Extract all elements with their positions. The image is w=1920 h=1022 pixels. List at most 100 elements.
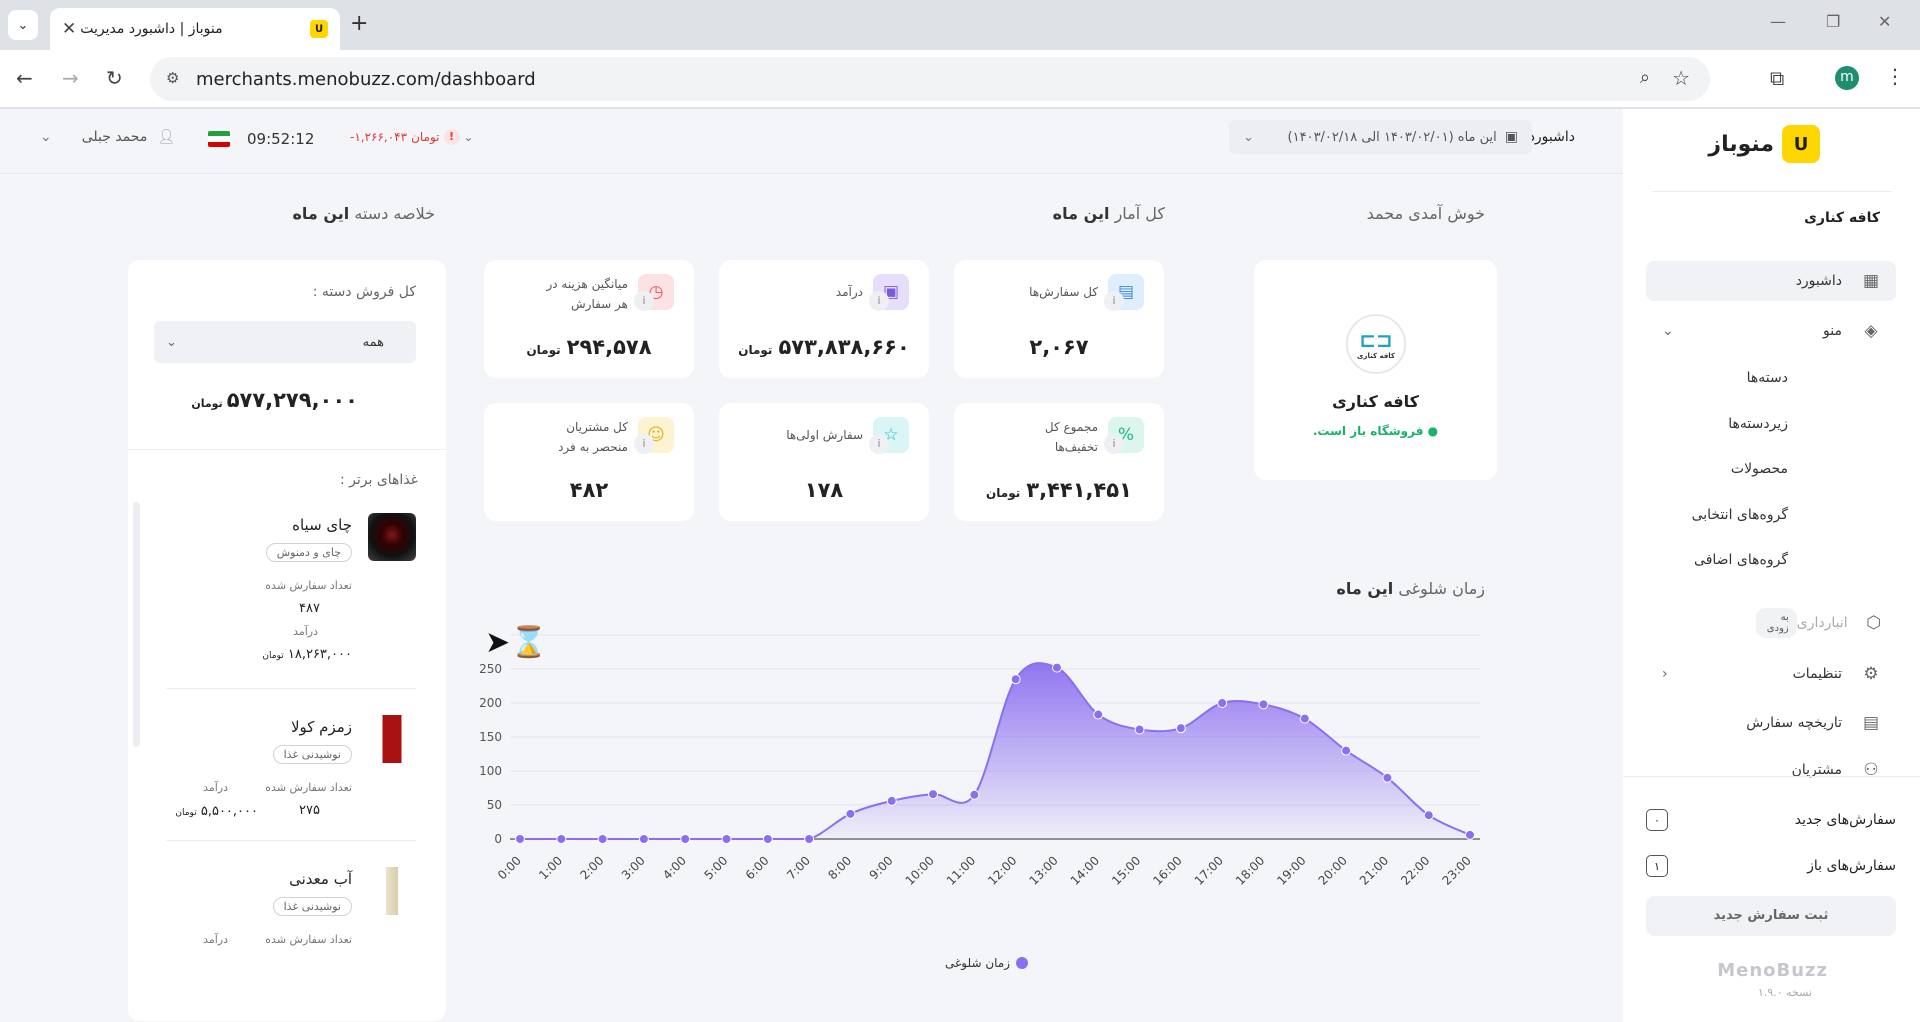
shop-status: ● فروشگاه باز است.: [1312, 424, 1439, 438]
data-point[interactable]: [638, 834, 649, 844]
browser-tabbar: ⌄ ✕ منوباز | داشبورد مدیریت ᑌ + — ❐ ✕: [0, 0, 1920, 50]
x-tick-label: 23:00: [1440, 853, 1474, 887]
new-order-button[interactable]: ثبت سفارش جدید: [1646, 896, 1896, 936]
sidebar-sub-subcategories[interactable]: زیردسته‌ها: [1646, 409, 1896, 439]
data-point[interactable]: [1134, 724, 1145, 735]
minimize-icon[interactable]: —: [1770, 12, 1786, 31]
data-point[interactable]: [928, 789, 939, 800]
revenue-label: درآمد: [203, 781, 228, 794]
logo-text: منوباز: [1708, 131, 1774, 157]
browser-menu-icon[interactable]: ⋮: [1885, 64, 1905, 88]
data-point[interactable]: [1299, 713, 1310, 724]
data-point[interactable]: [886, 795, 897, 806]
sidebar-item-order-history[interactable]: ▤ تاریخچه سفارش: [1646, 703, 1896, 743]
data-point[interactable]: [1093, 709, 1104, 720]
category-select[interactable]: همه ⌄: [154, 321, 416, 363]
data-point[interactable]: [1217, 698, 1228, 708]
list-item[interactable]: چای سیاه چای و دمنوش تعداد سفارش شده ۴۸۷…: [166, 513, 416, 673]
new-tab-icon[interactable]: +: [350, 11, 368, 36]
scrollbar[interactable]: [133, 502, 140, 747]
data-point[interactable]: [1010, 674, 1021, 685]
info-icon[interactable]: i: [1104, 291, 1124, 311]
close-window-icon[interactable]: ✕: [1878, 12, 1891, 31]
info-icon[interactable]: i: [1104, 434, 1124, 454]
chart-legend[interactable]: زمان شلوغی: [945, 956, 1029, 970]
user-menu[interactable]: 👤︎ محمد جبلی ⌄: [40, 129, 175, 145]
info-icon[interactable]: i: [634, 291, 654, 311]
data-point[interactable]: [1051, 662, 1062, 673]
address-bar[interactable]: ⚙ merchants.menobuzz.com/dashboard ⌕ ☆: [150, 57, 1710, 101]
info-icon[interactable]: i: [869, 291, 889, 311]
food-image: [368, 715, 416, 763]
stat-value: ۲,۰۶۷: [1029, 335, 1089, 359]
open-orders-count: ۱: [1646, 855, 1668, 877]
orders-value: ۴۸۷: [299, 601, 320, 616]
breadcrumb: داشبورد: [1528, 129, 1575, 145]
sidebar-item-label: منو: [1823, 323, 1842, 339]
data-point[interactable]: [845, 808, 856, 819]
summary-title-prefix: خلاصه دسته: [354, 204, 435, 223]
zoom-icon[interactable]: ⌕: [1640, 67, 1650, 88]
user-icon: 👤︎: [157, 129, 176, 145]
data-point[interactable]: [1423, 810, 1434, 821]
list-item[interactable]: زمزم کولا نوشیدنی غذا تعداد سفارش شده در…: [166, 715, 416, 825]
tab-title: منوباز | داشبورد مدیریت: [80, 21, 223, 37]
divider: [166, 840, 416, 841]
stats-title-prefix: کل آمار: [1114, 204, 1165, 223]
sidebar-item-customers[interactable]: ⚇ مشتریان: [1646, 750, 1896, 790]
total-sales: ۵۷۷,۲۷۹,۰۰۰تومان: [191, 388, 358, 412]
browser-tab[interactable]: ✕ منوباز | داشبورد مدیریت ᑌ: [50, 8, 340, 50]
data-point[interactable]: [762, 834, 773, 844]
info-icon[interactable]: i: [634, 434, 654, 454]
coming-soon-badge: به زودی: [1756, 608, 1797, 638]
stats-title-period: این ماه: [1052, 204, 1110, 223]
profile-avatar[interactable]: m: [1835, 66, 1859, 90]
restore-icon[interactable]: ❐: [1826, 12, 1840, 31]
sidebar-sub-categories[interactable]: دسته‌ها: [1646, 363, 1896, 393]
data-point[interactable]: [556, 834, 567, 844]
list-item[interactable]: آب معدنی نوشیدنی غذا تعداد سفارش شده درآ…: [166, 867, 416, 967]
info-icon[interactable]: i: [869, 434, 889, 454]
site-info-icon[interactable]: ⚙: [166, 69, 179, 87]
url-text[interactable]: merchants.menobuzz.com/dashboard: [196, 69, 536, 90]
data-point[interactable]: [680, 834, 691, 844]
x-tick-label: 1:00: [536, 853, 565, 882]
data-point[interactable]: [1175, 723, 1186, 734]
tab-search-button[interactable]: ⌄: [8, 10, 38, 40]
data-point[interactable]: [1465, 829, 1475, 840]
data-point[interactable]: [1258, 699, 1269, 710]
sidebar-sub-option-groups[interactable]: گروه‌های انتخابی: [1646, 500, 1896, 530]
balance-display[interactable]: ⌄ ! تومان -۱,۲۶۶,۰۴۳: [350, 129, 480, 145]
back-icon[interactable]: ←: [16, 66, 33, 90]
data-point[interactable]: [597, 834, 608, 844]
sidebar-item-dashboard[interactable]: ▦ داشبورد: [1646, 261, 1896, 301]
sidebar-sub-products[interactable]: محصولات: [1646, 454, 1896, 484]
stat-card-total-orders: ▤ کل سفارش‌ها i ۲,۰۶۷: [954, 260, 1164, 378]
reload-icon[interactable]: ↻: [106, 66, 123, 90]
x-axis-ticks: 0:00 1:00 2:00 3:00 4:00 5:00 6:00 7:00 8:00 9:00…: [495, 853, 1474, 887]
bookmark-star-icon[interactable]: ☆: [1672, 66, 1690, 90]
date-range-select[interactable]: ▣ این ماه (۱۴۰۳/۰۲/۰۱ الی ۱۴۰۳/۰۲/۱۸) ⌄: [1229, 120, 1532, 154]
data-point[interactable]: [969, 789, 980, 800]
sidebar-item-label: انبارداری: [1796, 615, 1848, 631]
data-point[interactable]: [804, 834, 815, 844]
data-point[interactable]: [721, 834, 732, 844]
sidebar-item-menu[interactable]: ◈ منو ⌄: [1646, 311, 1896, 351]
sidebar-sub-extra-groups[interactable]: گروه‌های اضافی: [1646, 545, 1896, 575]
data-point[interactable]: [1382, 772, 1393, 783]
data-point[interactable]: [515, 834, 525, 844]
extensions-icon[interactable]: ⧉: [1770, 66, 1784, 90]
food-name: زمزم کولا: [290, 718, 352, 736]
y-tick-label: 250: [479, 662, 502, 676]
divider: [128, 449, 446, 450]
new-orders-row[interactable]: سفارش‌های جدید ۰: [1646, 809, 1896, 831]
open-orders-row[interactable]: سفارش‌های باز ۱: [1646, 855, 1896, 877]
new-orders-count: ۰: [1646, 809, 1668, 831]
forward-icon[interactable]: →: [62, 66, 79, 90]
close-tab-icon[interactable]: ✕: [62, 19, 76, 39]
brand-logo[interactable]: ᑌ منوباز: [1708, 125, 1820, 163]
data-point[interactable]: [1341, 745, 1352, 756]
sidebar-item-settings[interactable]: ⚙ تنظیمات ‹: [1646, 654, 1896, 694]
stat-card-average-cost: ◷ میانگین هزینه در هر سفارش i ۲۹۴,۵۷۸توم…: [484, 260, 694, 378]
logo-mark-icon: ᑌ: [1782, 125, 1820, 163]
